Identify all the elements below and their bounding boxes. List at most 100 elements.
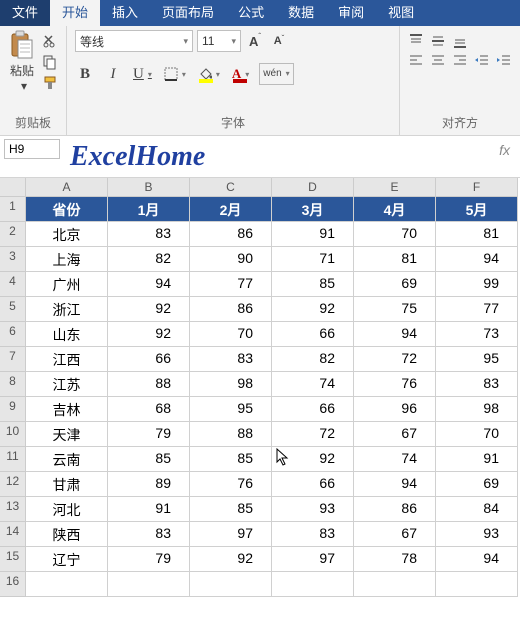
row-header[interactable]: 16 bbox=[0, 572, 26, 597]
row-header[interactable]: 2 bbox=[0, 222, 26, 247]
data-cell[interactable]: 69 bbox=[436, 472, 518, 497]
province-cell[interactable]: 河北 bbox=[26, 497, 108, 522]
data-cell[interactable]: 66 bbox=[272, 322, 354, 347]
data-cell[interactable]: 72 bbox=[272, 422, 354, 447]
align-left-icon[interactable] bbox=[408, 53, 424, 69]
align-top-icon[interactable] bbox=[408, 33, 424, 49]
data-cell[interactable]: 95 bbox=[190, 397, 272, 422]
data-cell[interactable]: 85 bbox=[108, 447, 190, 472]
border-button[interactable]: ▾ bbox=[162, 63, 188, 85]
tab-view[interactable]: 视图 bbox=[376, 0, 426, 26]
fill-color-button[interactable]: ▾ bbox=[196, 63, 222, 85]
copy-icon[interactable] bbox=[42, 54, 58, 70]
data-cell[interactable]: 70 bbox=[354, 222, 436, 247]
data-cell[interactable]: 95 bbox=[436, 347, 518, 372]
data-cell[interactable]: 90 bbox=[190, 247, 272, 272]
row-header[interactable]: 6 bbox=[0, 322, 26, 347]
data-cell[interactable]: 70 bbox=[190, 322, 272, 347]
worksheet-grid[interactable]: ABCDEF1省份1月2月3月4月5月2北京83869170813上海82907… bbox=[0, 178, 520, 597]
row-header[interactable]: 8 bbox=[0, 372, 26, 397]
column-header[interactable]: B bbox=[108, 178, 190, 197]
province-cell[interactable]: 辽宁 bbox=[26, 547, 108, 572]
data-cell[interactable]: 92 bbox=[272, 447, 354, 472]
phonetic-button[interactable]: wén ▾ bbox=[259, 63, 293, 85]
data-cell[interactable]: 98 bbox=[436, 397, 518, 422]
data-cell[interactable]: 86 bbox=[354, 497, 436, 522]
italic-button[interactable]: I bbox=[103, 63, 123, 85]
data-cell[interactable]: 75 bbox=[354, 297, 436, 322]
data-cell[interactable]: 72 bbox=[354, 347, 436, 372]
data-cell[interactable]: 67 bbox=[354, 522, 436, 547]
select-all-corner[interactable] bbox=[0, 178, 26, 197]
paste-button[interactable]: 粘贴 ▾ bbox=[8, 30, 36, 93]
table-header-cell[interactable]: 2月 bbox=[190, 197, 272, 222]
data-cell[interactable]: 94 bbox=[436, 247, 518, 272]
row-header[interactable]: 4 bbox=[0, 272, 26, 297]
data-cell[interactable]: 92 bbox=[272, 297, 354, 322]
empty-cell[interactable] bbox=[190, 572, 272, 597]
data-cell[interactable]: 73 bbox=[436, 322, 518, 347]
data-cell[interactable]: 79 bbox=[108, 547, 190, 572]
row-header[interactable]: 1 bbox=[0, 197, 26, 222]
align-right-icon[interactable] bbox=[452, 53, 468, 69]
data-cell[interactable]: 85 bbox=[190, 497, 272, 522]
fx-label[interactable]: fx bbox=[489, 142, 520, 158]
data-cell[interactable]: 94 bbox=[354, 472, 436, 497]
align-center-icon[interactable] bbox=[430, 53, 446, 69]
align-bottom-icon[interactable] bbox=[452, 33, 468, 49]
data-cell[interactable]: 74 bbox=[354, 447, 436, 472]
data-cell[interactable]: 66 bbox=[272, 472, 354, 497]
row-header[interactable]: 11 bbox=[0, 447, 26, 472]
data-cell[interactable]: 96 bbox=[354, 397, 436, 422]
data-cell[interactable]: 92 bbox=[190, 547, 272, 572]
data-cell[interactable]: 71 bbox=[272, 247, 354, 272]
empty-cell[interactable] bbox=[26, 572, 108, 597]
row-header[interactable]: 13 bbox=[0, 497, 26, 522]
format-painter-icon[interactable] bbox=[42, 75, 58, 91]
data-cell[interactable]: 91 bbox=[108, 497, 190, 522]
data-cell[interactable]: 70 bbox=[436, 422, 518, 447]
province-cell[interactable]: 云南 bbox=[26, 447, 108, 472]
tab-page-layout[interactable]: 页面布局 bbox=[150, 0, 226, 26]
data-cell[interactable]: 94 bbox=[354, 322, 436, 347]
province-cell[interactable]: 广州 bbox=[26, 272, 108, 297]
data-cell[interactable]: 94 bbox=[436, 547, 518, 572]
data-cell[interactable]: 76 bbox=[354, 372, 436, 397]
province-cell[interactable]: 天津 bbox=[26, 422, 108, 447]
data-cell[interactable]: 98 bbox=[190, 372, 272, 397]
data-cell[interactable]: 89 bbox=[108, 472, 190, 497]
empty-cell[interactable] bbox=[436, 572, 518, 597]
row-header[interactable]: 10 bbox=[0, 422, 26, 447]
data-cell[interactable]: 78 bbox=[354, 547, 436, 572]
province-cell[interactable]: 上海 bbox=[26, 247, 108, 272]
row-header[interactable]: 12 bbox=[0, 472, 26, 497]
data-cell[interactable]: 99 bbox=[436, 272, 518, 297]
table-header-cell[interactable]: 1月 bbox=[108, 197, 190, 222]
province-cell[interactable]: 山东 bbox=[26, 322, 108, 347]
tab-insert[interactable]: 插入 bbox=[100, 0, 150, 26]
column-header[interactable]: F bbox=[436, 178, 518, 197]
tab-data[interactable]: 数据 bbox=[276, 0, 326, 26]
font-color-button[interactable]: A ▾ bbox=[230, 63, 251, 85]
row-header[interactable]: 7 bbox=[0, 347, 26, 372]
province-cell[interactable]: 北京 bbox=[26, 222, 108, 247]
data-cell[interactable]: 84 bbox=[436, 497, 518, 522]
row-header[interactable]: 14 bbox=[0, 522, 26, 547]
data-cell[interactable]: 77 bbox=[436, 297, 518, 322]
align-middle-icon[interactable] bbox=[430, 33, 446, 49]
table-header-cell[interactable]: 5月 bbox=[436, 197, 518, 222]
data-cell[interactable]: 79 bbox=[108, 422, 190, 447]
tab-file[interactable]: 文件 bbox=[0, 0, 50, 26]
data-cell[interactable]: 67 bbox=[354, 422, 436, 447]
decrease-indent-icon[interactable] bbox=[474, 53, 490, 69]
data-cell[interactable]: 91 bbox=[436, 447, 518, 472]
data-cell[interactable]: 68 bbox=[108, 397, 190, 422]
empty-cell[interactable] bbox=[354, 572, 436, 597]
data-cell[interactable]: 83 bbox=[108, 222, 190, 247]
data-cell[interactable]: 77 bbox=[190, 272, 272, 297]
province-cell[interactable]: 陕西 bbox=[26, 522, 108, 547]
empty-cell[interactable] bbox=[272, 572, 354, 597]
data-cell[interactable]: 93 bbox=[436, 522, 518, 547]
tab-review[interactable]: 审阅 bbox=[326, 0, 376, 26]
column-header[interactable]: D bbox=[272, 178, 354, 197]
